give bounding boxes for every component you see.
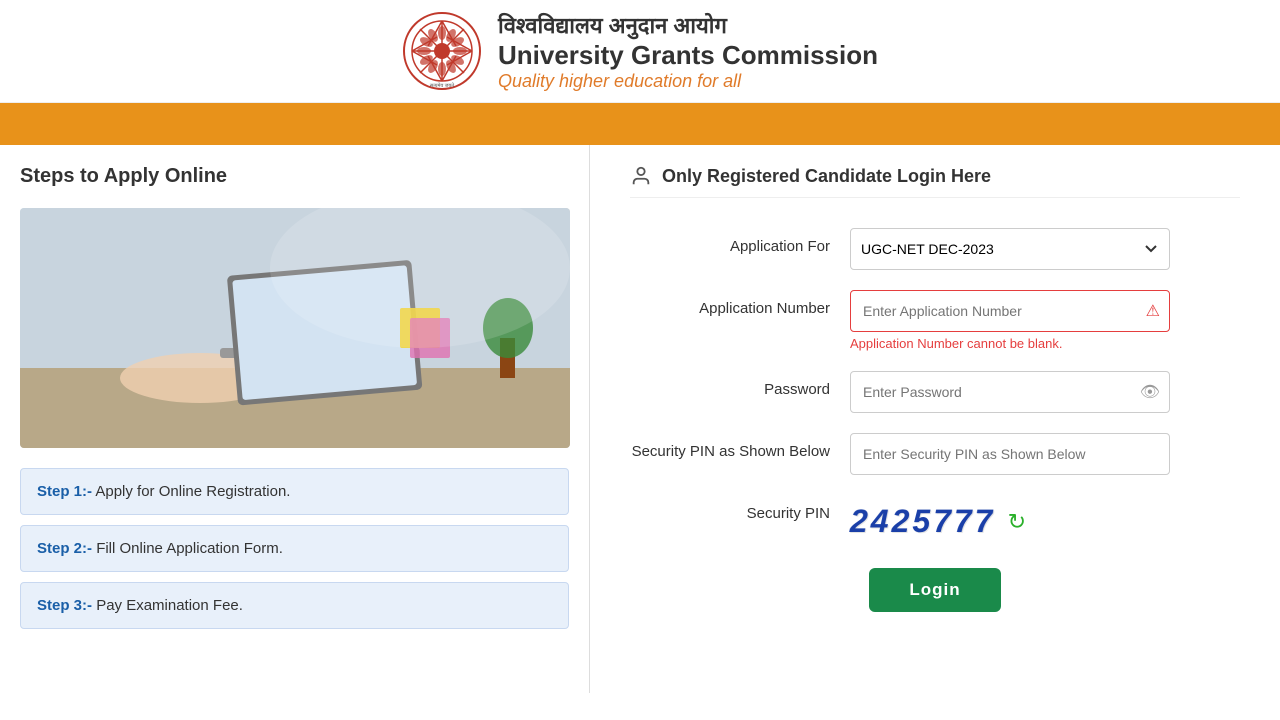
office-image	[20, 208, 570, 448]
step-1-text: Apply for Online Registration.	[95, 483, 290, 500]
page-header: सत्यमेव जयते विश्वविद्यालय अनुदान आयोग U…	[0, 0, 1280, 103]
left-panel: Steps to Apply Online	[0, 145, 590, 693]
svg-text:सत्यमेव जयते: सत्यमेव जयते	[430, 82, 454, 89]
security-pin-input-row: Security PIN as Shown Below	[630, 433, 1240, 475]
password-wrapper: 👁	[850, 371, 1170, 413]
application-for-select[interactable]: UGC-NET DEC-2023 UGC-NET JUNE-2023	[850, 228, 1170, 270]
logo-hindi: विश्वविद्यालय अनुदान आयोग	[498, 10, 878, 40]
right-panel: Only Registered Candidate Login Here App…	[590, 145, 1280, 693]
security-pin-input-field	[850, 433, 1240, 475]
security-pin-display-label: Security PIN	[630, 495, 850, 522]
step-1-item: Step 1:- Apply for Online Registration.	[20, 468, 569, 515]
security-pin-display: 2425777 ↻	[850, 495, 1240, 548]
step-1-bold: Step 1:-	[37, 483, 92, 500]
security-pin-input-label: Security PIN as Shown Below	[630, 433, 850, 460]
step-3-item: Step 3:- Pay Examination Fee.	[20, 582, 569, 629]
login-button-row: Login	[630, 568, 1240, 612]
password-row: Password 👁	[630, 371, 1240, 413]
application-for-row: Application For UGC-NET DEC-2023 UGC-NET…	[630, 228, 1240, 270]
step-3-bold: Step 3:-	[37, 597, 92, 614]
password-input[interactable]	[850, 371, 1170, 413]
header-logo: सत्यमेव जयते विश्वविद्यालय अनुदान आयोग U…	[402, 10, 878, 92]
login-title-bar: Only Registered Candidate Login Here	[630, 165, 1240, 198]
ugc-emblem-icon: सत्यमेव जयते	[402, 11, 482, 91]
security-pin-input-wrapper	[850, 433, 1170, 475]
application-number-wrapper: ⚠	[850, 290, 1170, 332]
application-number-error: Application Number cannot be blank.	[850, 336, 1240, 351]
security-pin-display-row: Security PIN 2425777 ↻	[630, 495, 1240, 548]
left-panel-title: Steps to Apply Online	[20, 165, 569, 188]
main-content: Steps to Apply Online	[0, 143, 1280, 693]
security-pin-input[interactable]	[850, 433, 1170, 475]
security-pin-display-field: 2425777 ↻	[850, 495, 1240, 548]
user-icon	[630, 165, 652, 187]
step-3-text: Pay Examination Fee.	[96, 597, 243, 614]
application-number-label: Application Number	[630, 290, 850, 317]
step-2-bold: Step 2:-	[37, 540, 92, 557]
show-password-icon[interactable]: 👁	[1140, 382, 1160, 402]
step-2-text: Fill Online Application Form.	[96, 540, 283, 557]
password-field: 👁	[850, 371, 1240, 413]
nav-bar	[0, 103, 1280, 143]
application-number-row: Application Number ⚠ Application Number …	[630, 290, 1240, 351]
login-button[interactable]: Login	[869, 568, 1000, 612]
security-pin-value: 2425777	[849, 503, 996, 540]
password-label: Password	[630, 371, 850, 398]
logo-text: विश्वविद्यालय अनुदान आयोग University Gra…	[498, 10, 878, 92]
application-number-input[interactable]	[850, 290, 1170, 332]
logo-tagline: Quality higher education for all	[498, 71, 878, 92]
step-2-item: Step 2:- Fill Online Application Form.	[20, 525, 569, 572]
logo-english: University Grants Commission	[498, 40, 878, 71]
login-title-text: Only Registered Candidate Login Here	[662, 166, 991, 187]
application-for-field: UGC-NET DEC-2023 UGC-NET JUNE-2023	[850, 228, 1240, 270]
refresh-icon[interactable]: ↻	[1008, 509, 1026, 535]
application-number-field: ⚠ Application Number cannot be blank.	[850, 290, 1240, 351]
application-for-label: Application For	[630, 228, 850, 255]
error-icon: ⚠	[1146, 301, 1160, 321]
